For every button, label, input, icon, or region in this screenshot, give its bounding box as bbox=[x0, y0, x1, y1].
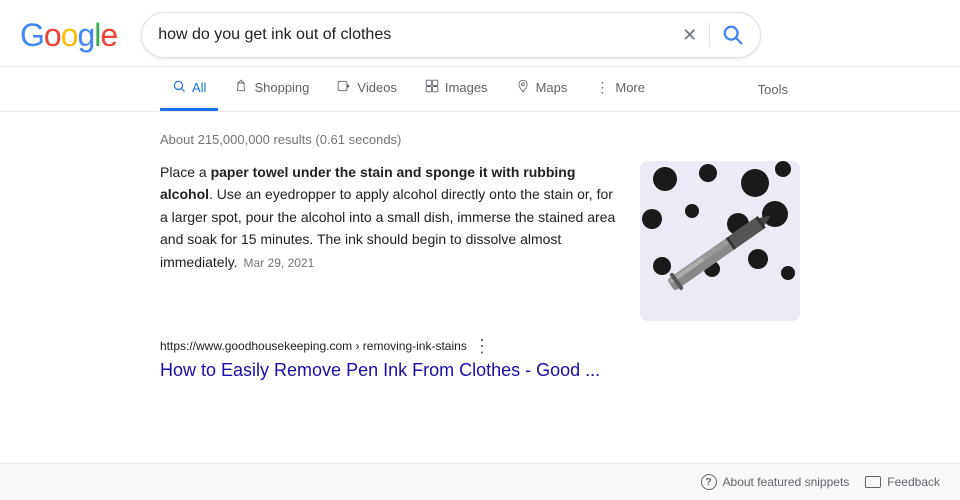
logo-G: G bbox=[20, 17, 44, 53]
tab-all-label: All bbox=[192, 80, 206, 95]
tab-more-label: More bbox=[615, 80, 645, 95]
feedback-item[interactable]: Feedback bbox=[865, 475, 940, 489]
logo-e: e bbox=[100, 17, 117, 53]
search-divider bbox=[709, 23, 710, 47]
main-content: About 215,000,000 results (0.61 seconds)… bbox=[0, 112, 960, 382]
snippet-text-after: . Use an eyedropper to apply alcohol dir… bbox=[160, 186, 615, 269]
search-bar: ✕ bbox=[141, 12, 761, 58]
results-count: About 215,000,000 results (0.61 seconds) bbox=[160, 124, 800, 161]
tab-images-label: Images bbox=[445, 80, 488, 95]
featured-snippet: Place a paper towel under the stain and … bbox=[160, 161, 800, 321]
tools-button[interactable]: Tools bbox=[746, 70, 800, 109]
tab-maps[interactable]: Maps bbox=[504, 67, 580, 111]
feedback-icon bbox=[865, 476, 881, 488]
more-icon: ⋮ bbox=[595, 79, 609, 96]
tab-more[interactable]: ⋮ More bbox=[583, 67, 657, 111]
google-logo[interactable]: Google bbox=[20, 19, 117, 51]
logo-g: g bbox=[77, 17, 94, 53]
header: Google ✕ bbox=[0, 0, 960, 67]
search-input[interactable] bbox=[158, 26, 682, 44]
snippet-text: Place a paper towel under the stain and … bbox=[160, 161, 616, 321]
result-url: https://www.goodhousekeeping.com › remov… bbox=[160, 339, 467, 353]
images-icon bbox=[425, 79, 439, 96]
feedback-label: Feedback bbox=[887, 475, 940, 489]
tab-all[interactable]: All bbox=[160, 67, 218, 111]
tab-shopping[interactable]: Shopping bbox=[222, 67, 321, 111]
logo-o2: o bbox=[61, 17, 78, 53]
tab-shopping-label: Shopping bbox=[254, 80, 309, 95]
first-search-result: https://www.goodhousekeeping.com › remov… bbox=[160, 337, 760, 382]
shopping-icon bbox=[234, 79, 248, 96]
videos-icon bbox=[337, 79, 351, 96]
bottom-bar: ? About featured snippets Feedback bbox=[0, 463, 960, 500]
result-url-row: https://www.goodhousekeeping.com › remov… bbox=[160, 337, 760, 355]
snippet-image bbox=[640, 161, 800, 321]
result-more-button[interactable]: ⋮ bbox=[473, 337, 491, 355]
snippet-text-intro: Place a bbox=[160, 164, 211, 180]
search-icon[interactable] bbox=[722, 24, 744, 46]
maps-icon bbox=[516, 79, 530, 96]
tab-videos[interactable]: Videos bbox=[325, 67, 409, 111]
nav-tabs: All Shopping Videos Images bbox=[0, 67, 960, 112]
logo-o1: o bbox=[44, 17, 61, 53]
ink-svg bbox=[640, 161, 800, 321]
tab-videos-label: Videos bbox=[357, 80, 397, 95]
about-snippets-label: About featured snippets bbox=[723, 475, 850, 489]
tab-images[interactable]: Images bbox=[413, 67, 500, 111]
snippet-date: Mar 29, 2021 bbox=[244, 256, 315, 270]
tab-maps-label: Maps bbox=[536, 80, 568, 95]
result-title-link[interactable]: How to Easily Remove Pen Ink From Clothe… bbox=[160, 360, 600, 380]
clear-icon[interactable]: ✕ bbox=[682, 25, 697, 46]
ink-image bbox=[640, 161, 800, 321]
all-icon bbox=[172, 79, 186, 96]
question-icon: ? bbox=[701, 474, 717, 490]
about-snippets-item[interactable]: ? About featured snippets bbox=[701, 474, 850, 490]
